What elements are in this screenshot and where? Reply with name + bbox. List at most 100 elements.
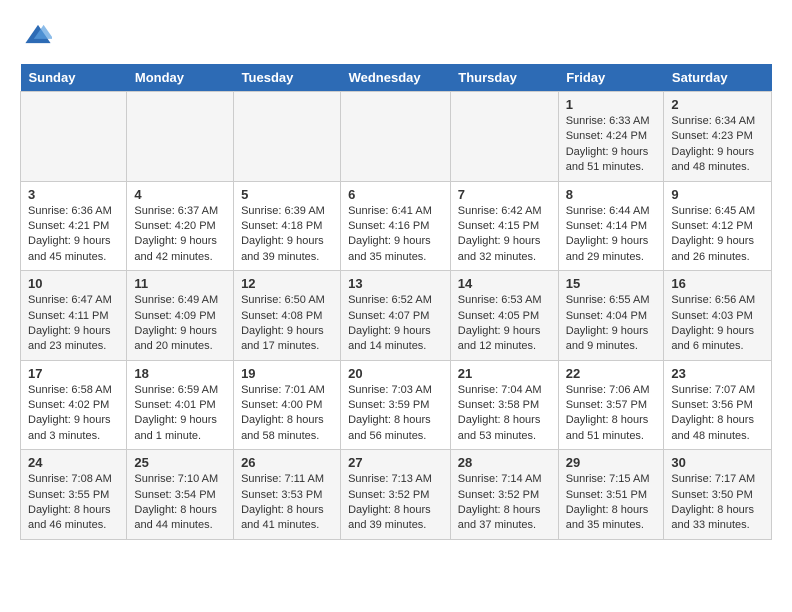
calendar-day-cell: 24 Sunrise: 7:08 AM Sunset: 3:55 PM Dayli… <box>21 450 127 540</box>
day-number: 5 <box>241 187 333 202</box>
calendar-day-cell: 23 Sunrise: 7:07 AM Sunset: 3:56 PM Dayli… <box>664 360 772 450</box>
calendar-week-row: 17 Sunrise: 6:58 AM Sunset: 4:02 PM Dayli… <box>21 360 772 450</box>
day-number: 16 <box>671 276 764 291</box>
day-number: 17 <box>28 366 119 381</box>
day-number: 28 <box>458 455 551 470</box>
day-info: Sunrise: 6:56 AM Sunset: 4:03 PM Dayligh… <box>671 293 764 355</box>
calendar-day-cell: 6 Sunrise: 6:41 AM Sunset: 4:16 PM Daylig… <box>341 181 451 271</box>
day-info: Sunrise: 6:52 AM Sunset: 4:07 PM Dayligh… <box>348 293 443 355</box>
calendar-day-cell: 19 Sunrise: 7:01 AM Sunset: 4:00 PM Dayli… <box>234 360 341 450</box>
logo-icon <box>24 20 52 48</box>
calendar-day-cell: 11 Sunrise: 6:49 AM Sunset: 4:09 PM Dayli… <box>127 271 234 361</box>
day-info: Sunrise: 7:06 AM Sunset: 3:57 PM Dayligh… <box>566 383 657 445</box>
day-info: Sunrise: 7:01 AM Sunset: 4:00 PM Dayligh… <box>241 383 333 445</box>
calendar-day-cell: 18 Sunrise: 6:59 AM Sunset: 4:01 PM Dayli… <box>127 360 234 450</box>
day-number: 20 <box>348 366 443 381</box>
day-number: 4 <box>134 187 226 202</box>
day-number: 22 <box>566 366 657 381</box>
calendar-day-cell <box>127 92 234 182</box>
day-number: 10 <box>28 276 119 291</box>
day-info: Sunrise: 6:34 AM Sunset: 4:23 PM Dayligh… <box>671 114 764 176</box>
day-number: 2 <box>671 97 764 112</box>
day-number: 9 <box>671 187 764 202</box>
day-number: 11 <box>134 276 226 291</box>
day-info: Sunrise: 6:49 AM Sunset: 4:09 PM Dayligh… <box>134 293 226 355</box>
weekday-header: Wednesday <box>341 64 451 92</box>
day-info: Sunrise: 6:50 AM Sunset: 4:08 PM Dayligh… <box>241 293 333 355</box>
day-number: 8 <box>566 187 657 202</box>
day-info: Sunrise: 7:03 AM Sunset: 3:59 PM Dayligh… <box>348 383 443 445</box>
day-info: Sunrise: 7:07 AM Sunset: 3:56 PM Dayligh… <box>671 383 764 445</box>
calendar-day-cell: 13 Sunrise: 6:52 AM Sunset: 4:07 PM Dayli… <box>341 271 451 361</box>
day-number: 26 <box>241 455 333 470</box>
day-info: Sunrise: 7:17 AM Sunset: 3:50 PM Dayligh… <box>671 472 764 534</box>
day-number: 19 <box>241 366 333 381</box>
day-info: Sunrise: 6:55 AM Sunset: 4:04 PM Dayligh… <box>566 293 657 355</box>
calendar-day-cell: 29Sunrise: 7:15 AM Sunset: 3:51 PM Dayli… <box>558 450 664 540</box>
day-info: Sunrise: 6:37 AM Sunset: 4:20 PM Dayligh… <box>134 204 226 266</box>
calendar-day-cell <box>450 92 558 182</box>
weekday-header: Sunday <box>21 64 127 92</box>
day-number: 13 <box>348 276 443 291</box>
weekday-header: Saturday <box>664 64 772 92</box>
weekday-header: Thursday <box>450 64 558 92</box>
calendar-day-cell: 26 Sunrise: 7:11 AM Sunset: 3:53 PM Dayli… <box>234 450 341 540</box>
calendar-day-cell: 21Sunrise: 7:04 AM Sunset: 3:58 PM Dayli… <box>450 360 558 450</box>
day-info: Sunrise: 6:44 AM Sunset: 4:14 PM Dayligh… <box>566 204 657 266</box>
weekday-header: Friday <box>558 64 664 92</box>
day-number: 7 <box>458 187 551 202</box>
day-info: Sunrise: 7:08 AM Sunset: 3:55 PM Dayligh… <box>28 472 119 534</box>
calendar-day-cell: 4 Sunrise: 6:37 AM Sunset: 4:20 PM Daylig… <box>127 181 234 271</box>
calendar-day-cell: 16 Sunrise: 6:56 AM Sunset: 4:03 PM Dayli… <box>664 271 772 361</box>
logo <box>20 20 52 48</box>
day-number: 25 <box>134 455 226 470</box>
calendar-day-cell: 8 Sunrise: 6:44 AM Sunset: 4:14 PM Daylig… <box>558 181 664 271</box>
day-info: Sunrise: 6:45 AM Sunset: 4:12 PM Dayligh… <box>671 204 764 266</box>
day-info: Sunrise: 7:04 AM Sunset: 3:58 PM Dayligh… <box>458 383 551 445</box>
calendar-day-cell: 17 Sunrise: 6:58 AM Sunset: 4:02 PM Dayli… <box>21 360 127 450</box>
day-info: Sunrise: 6:59 AM Sunset: 4:01 PM Dayligh… <box>134 383 226 445</box>
day-number: 12 <box>241 276 333 291</box>
day-number: 14 <box>458 276 551 291</box>
weekday-header-row: SundayMondayTuesdayWednesdayThursdayFrid… <box>21 64 772 92</box>
day-info: Sunrise: 6:53 AM Sunset: 4:05 PM Dayligh… <box>458 293 551 355</box>
day-info: Sunrise: 6:39 AM Sunset: 4:18 PM Dayligh… <box>241 204 333 266</box>
calendar-day-cell: 28Sunrise: 7:14 AM Sunset: 3:52 PM Dayli… <box>450 450 558 540</box>
day-info: Sunrise: 6:47 AM Sunset: 4:11 PM Dayligh… <box>28 293 119 355</box>
calendar-day-cell: 25 Sunrise: 7:10 AM Sunset: 3:54 PM Dayli… <box>127 450 234 540</box>
calendar-day-cell: 30Sunrise: 7:17 AM Sunset: 3:50 PM Dayli… <box>664 450 772 540</box>
calendar-day-cell: 9 Sunrise: 6:45 AM Sunset: 4:12 PM Daylig… <box>664 181 772 271</box>
day-number: 29 <box>566 455 657 470</box>
calendar-week-row: 10 Sunrise: 6:47 AM Sunset: 4:11 PM Dayli… <box>21 271 772 361</box>
calendar-week-row: 1Sunrise: 6:33 AM Sunset: 4:24 PM Daylig… <box>21 92 772 182</box>
day-info: Sunrise: 7:10 AM Sunset: 3:54 PM Dayligh… <box>134 472 226 534</box>
calendar-day-cell <box>341 92 451 182</box>
calendar-day-cell: 5 Sunrise: 6:39 AM Sunset: 4:18 PM Daylig… <box>234 181 341 271</box>
weekday-header: Monday <box>127 64 234 92</box>
calendar-table: SundayMondayTuesdayWednesdayThursdayFrid… <box>20 64 772 540</box>
day-info: Sunrise: 6:41 AM Sunset: 4:16 PM Dayligh… <box>348 204 443 266</box>
day-info: Sunrise: 6:33 AM Sunset: 4:24 PM Dayligh… <box>566 114 657 176</box>
calendar-day-cell: 3Sunrise: 6:36 AM Sunset: 4:21 PM Daylig… <box>21 181 127 271</box>
weekday-header: Tuesday <box>234 64 341 92</box>
day-info: Sunrise: 6:36 AM Sunset: 4:21 PM Dayligh… <box>28 204 119 266</box>
day-info: Sunrise: 6:58 AM Sunset: 4:02 PM Dayligh… <box>28 383 119 445</box>
day-number: 15 <box>566 276 657 291</box>
calendar-week-row: 24 Sunrise: 7:08 AM Sunset: 3:55 PM Dayli… <box>21 450 772 540</box>
calendar-day-cell: 15 Sunrise: 6:55 AM Sunset: 4:04 PM Dayli… <box>558 271 664 361</box>
day-number: 24 <box>28 455 119 470</box>
calendar-week-row: 3Sunrise: 6:36 AM Sunset: 4:21 PM Daylig… <box>21 181 772 271</box>
calendar-day-cell: 1Sunrise: 6:33 AM Sunset: 4:24 PM Daylig… <box>558 92 664 182</box>
day-info: Sunrise: 7:13 AM Sunset: 3:52 PM Dayligh… <box>348 472 443 534</box>
day-info: Sunrise: 7:11 AM Sunset: 3:53 PM Dayligh… <box>241 472 333 534</box>
calendar-day-cell: 14 Sunrise: 6:53 AM Sunset: 4:05 PM Dayli… <box>450 271 558 361</box>
calendar-day-cell: 20 Sunrise: 7:03 AM Sunset: 3:59 PM Dayli… <box>341 360 451 450</box>
day-info: Sunrise: 6:42 AM Sunset: 4:15 PM Dayligh… <box>458 204 551 266</box>
day-number: 18 <box>134 366 226 381</box>
calendar-day-cell: 2 Sunrise: 6:34 AM Sunset: 4:23 PM Daylig… <box>664 92 772 182</box>
calendar-day-cell <box>234 92 341 182</box>
day-number: 6 <box>348 187 443 202</box>
calendar-day-cell: 27Sunrise: 7:13 AM Sunset: 3:52 PM Dayli… <box>341 450 451 540</box>
day-number: 23 <box>671 366 764 381</box>
calendar-day-cell: 10 Sunrise: 6:47 AM Sunset: 4:11 PM Dayli… <box>21 271 127 361</box>
